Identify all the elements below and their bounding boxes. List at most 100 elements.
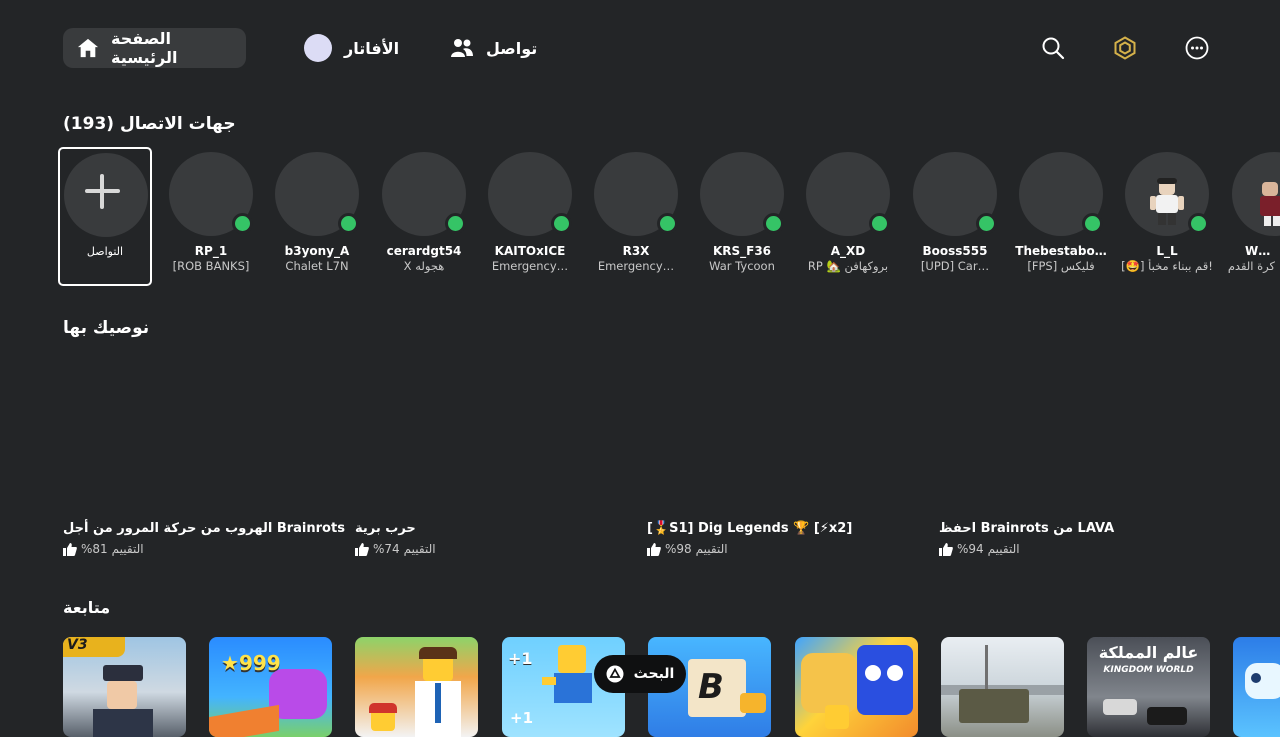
contact-status: [UPD] Car… — [920, 259, 990, 273]
nav-avatar-label: الأفاتار — [344, 38, 400, 58]
contact-name: KAITOxICE — [494, 244, 566, 258]
contact-item[interactable]: L_L [🤩] قم ببناء مخبأ! — [1119, 152, 1215, 273]
contact-status: Emergency… — [491, 259, 569, 273]
plus-one-badge: +1 — [508, 649, 533, 668]
contact-avatar — [1019, 152, 1103, 236]
game-logo-letter: B — [698, 667, 724, 707]
contact-item[interactable]: KAITOxICE Emergency… — [482, 152, 578, 273]
contact-status: X هجوله — [403, 259, 445, 273]
game-tile[interactable]: عالم المملكة KINGDOM WORLD — [1087, 637, 1210, 737]
contact-item[interactable]: RP_1 [ROB BANKS] — [163, 152, 259, 273]
add-contact-button[interactable]: التواصل — [58, 147, 152, 286]
contact-avatar — [913, 152, 997, 236]
search-icon — [1042, 37, 1065, 60]
game-tile[interactable] — [1233, 637, 1280, 737]
online-indicator — [1188, 213, 1209, 234]
avatar — [304, 34, 332, 62]
contact-avatar — [1232, 152, 1280, 236]
thumbs-up-icon — [647, 542, 661, 556]
game-card[interactable]: احفظ Brainrots من LAVA %94 التقييم — [939, 521, 1229, 556]
thumbs-up-icon — [63, 542, 77, 556]
home-icon — [77, 38, 99, 58]
game-tile[interactable] — [941, 637, 1064, 737]
game-tile[interactable] — [795, 637, 918, 737]
online-indicator — [1082, 213, 1103, 234]
add-contact-circle — [64, 153, 148, 237]
contact-item[interactable]: b3yony_A Chalet L7N — [269, 152, 365, 273]
contact-item[interactable]: KRS_F36 War Tycoon — [694, 152, 790, 273]
rating-value: %98 — [665, 542, 692, 556]
contact-avatar — [488, 152, 572, 236]
online-indicator — [976, 213, 997, 234]
contact-name: cerardgt54 — [386, 244, 462, 258]
recommended-title: نوصيك بها — [63, 318, 150, 338]
nav-avatar-button[interactable]: الأفاتار — [290, 28, 413, 68]
game-rating: %98 التقييم — [647, 542, 937, 556]
rating-value: %74 — [373, 542, 400, 556]
contact-avatar — [1125, 152, 1209, 236]
contact-name: RP_1 — [194, 244, 228, 258]
more-icon — [1185, 36, 1209, 60]
kingdom-subtitle: KINGDOM WORLD — [1103, 665, 1194, 675]
contact-item[interactable]: WOW كرة القدم — [1225, 152, 1280, 273]
online-indicator — [232, 213, 253, 234]
contact-item[interactable]: cerardgt54 X هجوله — [376, 152, 472, 273]
online-indicator — [551, 213, 572, 234]
nav-home-button[interactable]: الصفحة الرئيسية — [63, 28, 246, 68]
game-tile[interactable]: ★999 — [209, 637, 332, 737]
search-shortcut-pill[interactable]: البحث — [594, 655, 686, 693]
contact-status: RP 🏡 بروكهافن — [807, 259, 889, 273]
contact-avatar — [275, 152, 359, 236]
contact-status: [FPS] فليكس — [1027, 259, 1095, 273]
contact-name: R3X — [622, 244, 650, 258]
game-tile[interactable]: V3 — [63, 637, 186, 737]
contact-name: WOW — [1245, 244, 1280, 258]
robux-button[interactable] — [1110, 33, 1140, 63]
game-rating: %94 التقييم — [939, 542, 1229, 556]
game-tile[interactable] — [355, 637, 478, 737]
rating-label: التقييم — [111, 542, 144, 556]
contact-item[interactable]: A_XD RP 🏡 بروكهافن — [800, 152, 896, 273]
contact-status: كرة القدم — [1227, 259, 1275, 273]
online-indicator — [869, 213, 890, 234]
search-button[interactable] — [1038, 33, 1068, 63]
rating-label: التقييم — [987, 542, 1020, 556]
triangle-button-icon — [606, 665, 624, 683]
game-card[interactable]: حرب برية %74 التقييم — [355, 521, 645, 556]
contact-name: A_XD — [830, 244, 866, 258]
search-pill-label: البحث — [633, 666, 675, 682]
contact-name: Booss555 — [922, 244, 988, 258]
thumbs-up-icon — [939, 542, 953, 556]
version-badge: V3 — [63, 637, 125, 657]
contact-status: Chalet L7N — [285, 259, 349, 273]
nav-connect-label: تواصل — [486, 38, 538, 58]
contact-item[interactable]: Booss555 [UPD] Car… — [907, 152, 1003, 273]
game-card[interactable]: [🎖️S1] Dig Legends 🏆 [⚡x2] %98 التقييم — [647, 521, 937, 556]
people-icon — [451, 39, 473, 57]
contact-item[interactable]: R3X Emergency… — [588, 152, 684, 273]
contact-status: Emergency… — [597, 259, 675, 273]
game-rating: %81 التقييم — [63, 542, 353, 556]
contact-item[interactable]: Thebestabo… [FPS] فليكس — [1013, 152, 1109, 273]
game-title: احفظ Brainrots من LAVA — [939, 521, 1115, 536]
thumbs-up-icon — [355, 542, 369, 556]
contact-avatar — [806, 152, 890, 236]
contacts-title: جهات الاتصال (193) — [63, 114, 236, 134]
game-card[interactable]: الهروب من حركة المرور من أجل Brainrots %… — [63, 521, 353, 556]
online-indicator — [445, 213, 466, 234]
rating-value: %81 — [81, 542, 108, 556]
rating-label: التقييم — [403, 542, 436, 556]
nav-connect-button[interactable]: تواصل — [436, 28, 551, 68]
contact-name: b3yony_A — [284, 244, 350, 258]
contact-status: War Tycoon — [709, 259, 775, 273]
more-button[interactable] — [1182, 33, 1212, 63]
continue-title: متابعة — [63, 598, 111, 617]
game-title: [🎖️S1] Dig Legends 🏆 [⚡x2] — [647, 521, 853, 536]
online-indicator — [763, 213, 784, 234]
game-title: حرب برية — [355, 521, 416, 536]
contact-avatar — [382, 152, 466, 236]
contact-avatar — [169, 152, 253, 236]
rating-label: التقييم — [695, 542, 728, 556]
online-indicator — [657, 213, 678, 234]
nav-home-label: الصفحة الرئيسية — [110, 29, 178, 67]
